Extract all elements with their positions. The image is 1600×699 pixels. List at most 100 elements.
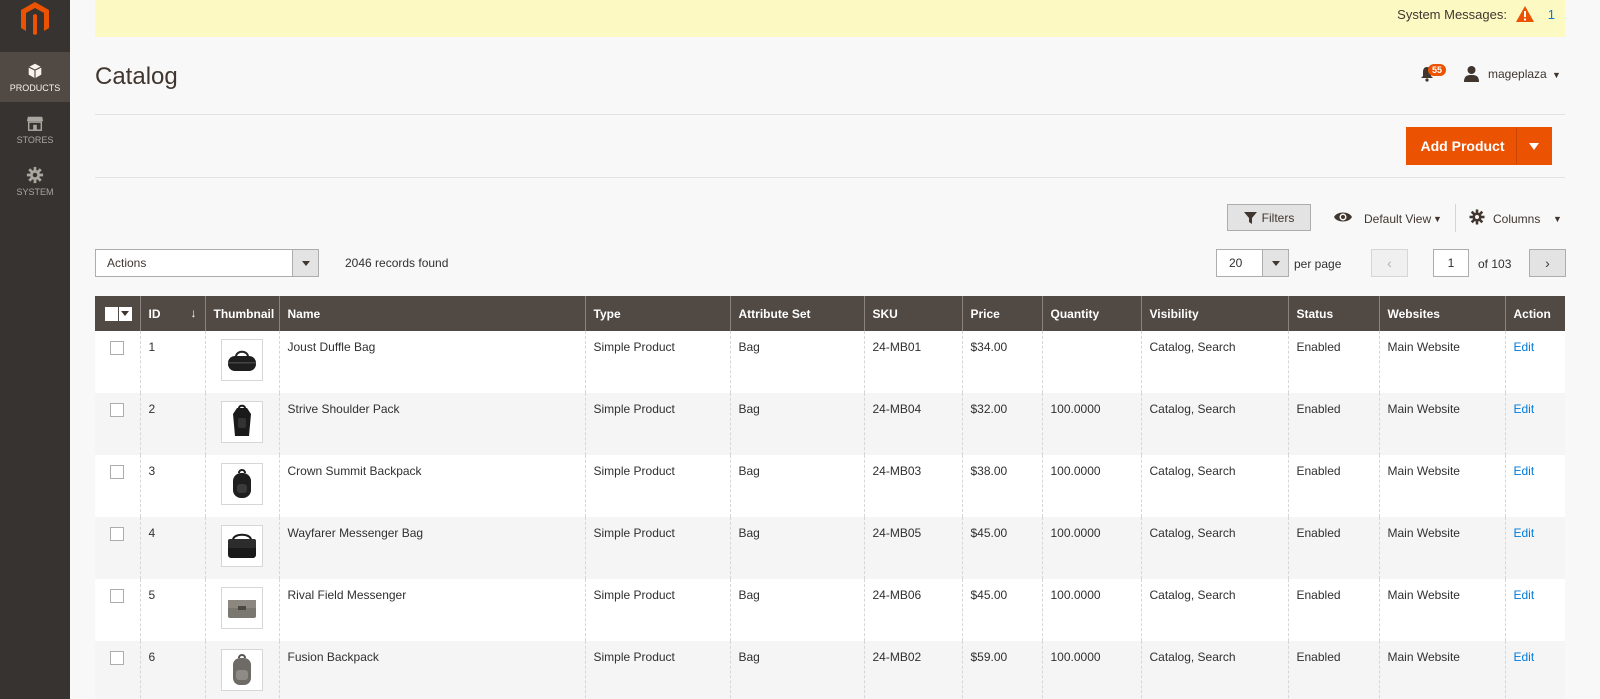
row-checkbox[interactable] (110, 651, 124, 665)
mass-actions-select[interactable]: Actions (95, 249, 319, 277)
fusion-backpack-image (233, 654, 251, 685)
admin-sidebar: PRODUCTS STORES SYSTEM (0, 0, 70, 699)
column-header-name[interactable]: Name (278, 296, 585, 331)
filter-icon (1243, 211, 1257, 224)
row-checkbox-cell[interactable] (95, 455, 140, 517)
select-all-checkbox[interactable] (105, 306, 118, 321)
field-messenger-image (228, 600, 256, 618)
row-checkbox[interactable] (110, 589, 124, 603)
row-checkbox-cell[interactable] (95, 517, 140, 579)
column-header-visibility[interactable]: Visibility (1140, 296, 1288, 331)
cell-thumbnail[interactable] (204, 641, 279, 699)
nav-item-system[interactable]: SYSTEM (0, 156, 70, 206)
cell-visibility: Catalog, Search (1140, 393, 1288, 455)
previous-page-button[interactable]: ‹ (1371, 249, 1408, 277)
cell-thumbnail[interactable] (204, 455, 279, 517)
cell-type: Simple Product (584, 641, 730, 699)
mass-actions-dropdown-button[interactable] (292, 250, 318, 276)
column-header-type[interactable]: Type (584, 296, 730, 331)
per-page-dropdown-button[interactable] (1262, 250, 1288, 276)
row-checkbox[interactable] (110, 341, 124, 355)
row-checkbox-cell[interactable] (95, 393, 140, 455)
cell-quantity (1041, 331, 1141, 393)
edit-link[interactable]: Edit (1504, 579, 1565, 641)
cell-name: Rival Field Messenger (278, 579, 585, 641)
add-product-button[interactable]: Add Product (1406, 127, 1552, 165)
table-row[interactable]: 2 Strive Shoulder Pack Simple Product Ba… (95, 393, 1565, 455)
per-page-select[interactable]: 20 (1216, 249, 1289, 277)
column-header-id[interactable]: ID ↓ (139, 296, 205, 331)
table-row[interactable]: 4 Wayfarer Messenger Bag Simple Product … (95, 517, 1565, 579)
user-menu-caret-icon[interactable]: ▼ (1552, 70, 1561, 80)
cell-name: Crown Summit Backpack (278, 455, 585, 517)
cell-type: Simple Product (584, 393, 730, 455)
cell-attribute-set: Bag (729, 455, 864, 517)
table-row[interactable]: 3 Crown Summit Backpack Simple Product B… (95, 455, 1565, 517)
cell-quantity: 100.0000 (1041, 455, 1141, 517)
table-row[interactable]: 1 Joust Duffle Bag Simple Product Bag 24… (95, 331, 1565, 393)
mass-actions-label: Actions (107, 256, 147, 270)
duffle-bag-image (228, 350, 256, 371)
columns-gear-icon[interactable] (1469, 209, 1485, 225)
cell-thumbnail[interactable] (204, 579, 279, 641)
product-thumbnail[interactable] (221, 463, 263, 505)
columns-caret-icon[interactable]: ▼ (1553, 214, 1562, 224)
cell-attribute-set: Bag (729, 641, 864, 699)
row-checkbox[interactable] (110, 527, 124, 541)
cell-visibility: Catalog, Search (1140, 641, 1288, 699)
edit-link[interactable]: Edit (1504, 455, 1565, 517)
product-thumbnail[interactable] (221, 339, 263, 381)
eye-icon[interactable] (1333, 210, 1353, 224)
user-icon[interactable] (1463, 65, 1480, 82)
cell-price: $59.00 (961, 641, 1042, 699)
product-thumbnail[interactable] (221, 525, 263, 567)
edit-link[interactable]: Edit (1504, 641, 1565, 699)
cube-icon (28, 63, 42, 79)
nav-item-stores[interactable]: STORES (0, 104, 70, 154)
system-messages-count[interactable]: 1 (1548, 7, 1555, 22)
nav-item-products[interactable]: PRODUCTS (0, 52, 70, 102)
cell-thumbnail[interactable] (204, 393, 279, 455)
cell-attribute-set: Bag (729, 579, 864, 641)
table-row[interactable]: 5 Rival Field Messenger Simple Product B… (95, 579, 1565, 641)
row-checkbox-cell[interactable] (95, 641, 140, 699)
column-header-attribute-set[interactable]: Attribute Set (729, 296, 864, 331)
row-checkbox-cell[interactable] (95, 331, 140, 393)
column-header-websites[interactable]: Websites (1378, 296, 1505, 331)
column-header-price[interactable]: Price (961, 296, 1042, 331)
cell-type: Simple Product (584, 331, 730, 393)
cell-thumbnail[interactable] (204, 331, 279, 393)
cell-thumbnail[interactable] (204, 517, 279, 579)
edit-link[interactable]: Edit (1504, 393, 1565, 455)
next-page-button[interactable]: › (1529, 249, 1566, 277)
column-header-status[interactable]: Status (1287, 296, 1379, 331)
product-thumbnail[interactable] (221, 401, 263, 443)
row-checkbox[interactable] (110, 403, 124, 417)
add-product-label[interactable]: Add Product (1407, 138, 1516, 154)
add-product-dropdown-toggle[interactable] (1516, 128, 1551, 164)
columns-label[interactable]: Columns (1493, 212, 1540, 226)
table-row[interactable]: 6 Fusion Backpack Simple Product Bag 24-… (95, 641, 1565, 699)
product-thumbnail[interactable] (221, 649, 263, 691)
row-checkbox-cell[interactable] (95, 579, 140, 641)
row-checkbox[interactable] (110, 465, 124, 479)
username-label[interactable]: mageplaza (1488, 67, 1547, 81)
edit-link[interactable]: Edit (1504, 517, 1565, 579)
view-caret-icon[interactable]: ▼ (1433, 214, 1442, 224)
magento-logo-icon[interactable] (17, 0, 53, 36)
current-page-input[interactable] (1433, 249, 1469, 277)
filters-button[interactable]: Filters (1227, 204, 1311, 231)
column-header-quantity[interactable]: Quantity (1041, 296, 1141, 331)
notifications-badge[interactable]: 55 (1428, 64, 1447, 76)
mass-select-header[interactable] (95, 296, 140, 331)
product-thumbnail[interactable] (221, 587, 263, 629)
view-switcher-label[interactable]: Default View (1364, 212, 1431, 226)
mass-select-control[interactable] (105, 306, 132, 321)
column-header-sku[interactable]: SKU (863, 296, 962, 331)
cell-sku: 24-MB05 (863, 517, 962, 579)
edit-link[interactable]: Edit (1504, 331, 1565, 393)
cell-type: Simple Product (584, 455, 730, 517)
cell-id: 5 (139, 579, 205, 641)
mass-select-caret-icon[interactable] (118, 306, 132, 321)
warning-icon[interactable] (1515, 5, 1535, 23)
